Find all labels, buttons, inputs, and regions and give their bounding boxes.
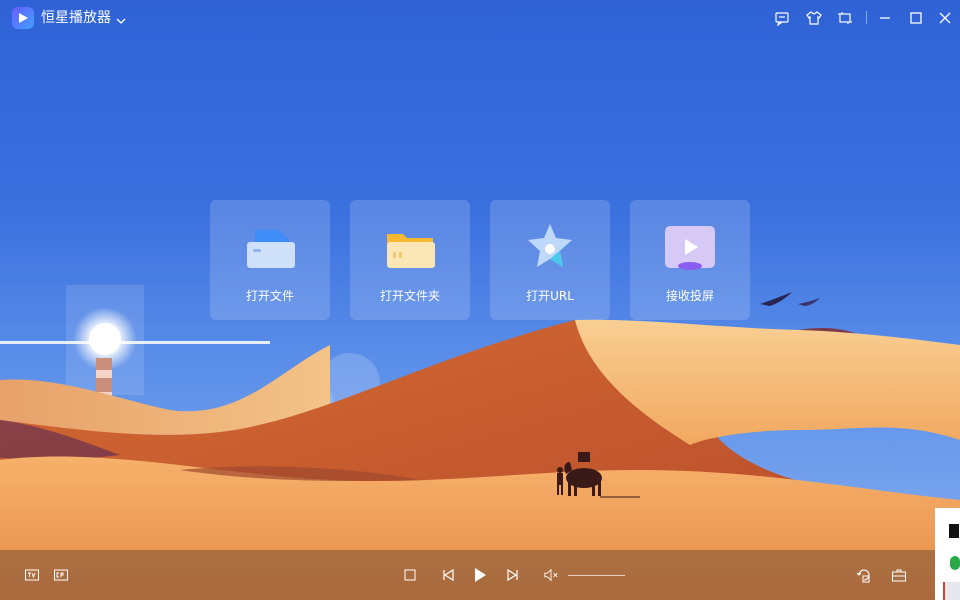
- open-folder-icon: [387, 234, 435, 268]
- volume-slider[interactable]: [568, 575, 625, 576]
- bird-1: [760, 292, 792, 306]
- mini-mode-icon[interactable]: [836, 9, 854, 27]
- open-url-button[interactable]: 打开URL: [490, 200, 610, 320]
- open-folder-label: 打开文件夹: [379, 289, 440, 303]
- chevron-down-icon[interactable]: [116, 11, 126, 24]
- bird-2: [798, 298, 820, 306]
- feedback-icon[interactable]: [773, 9, 791, 27]
- desert-background: [0, 285, 960, 600]
- open-file-label: 打开文件: [245, 289, 294, 303]
- app-title[interactable]: 恒星播放器: [41, 9, 111, 27]
- pc-cast-icon[interactable]: [53, 567, 69, 583]
- open-url-icon: [528, 224, 572, 267]
- stop-icon[interactable]: [402, 567, 418, 583]
- widget-tile: [943, 582, 960, 600]
- bottom-control-bar: [0, 550, 960, 600]
- player-window: 恒星播放器 打开文件 打开文件夹 打开URL 接收投屏: [0, 0, 960, 600]
- close-icon[interactable]: [936, 9, 954, 27]
- minimize-icon[interactable]: [876, 9, 894, 27]
- open-file-button[interactable]: 打开文件: [210, 200, 330, 320]
- play-icon[interactable]: [472, 567, 488, 583]
- title-bar: 恒星播放器: [0, 0, 960, 36]
- shield-icon: [950, 556, 960, 570]
- widget-mark: [949, 524, 959, 538]
- maximize-icon[interactable]: [907, 9, 925, 27]
- titlebar-separator: [866, 11, 867, 24]
- next-icon[interactable]: [505, 567, 521, 583]
- open-file-icon: [247, 230, 295, 268]
- receive-cast-button[interactable]: 接收投屏: [630, 200, 750, 320]
- receive-cast-label: 接收投屏: [665, 289, 714, 303]
- open-folder-button[interactable]: 打开文件夹: [350, 200, 470, 320]
- open-url-label: 打开URL: [526, 289, 574, 303]
- external-widget[interactable]: [935, 508, 960, 600]
- skin-icon[interactable]: [805, 9, 823, 27]
- previous-icon[interactable]: [440, 567, 456, 583]
- rotate-icon[interactable]: [856, 567, 872, 583]
- mute-icon[interactable]: [543, 567, 559, 583]
- receive-cast-icon: [665, 226, 715, 270]
- toolbox-icon[interactable]: [891, 567, 907, 583]
- tv-icon[interactable]: [24, 567, 40, 583]
- app-logo-icon[interactable]: [12, 7, 34, 29]
